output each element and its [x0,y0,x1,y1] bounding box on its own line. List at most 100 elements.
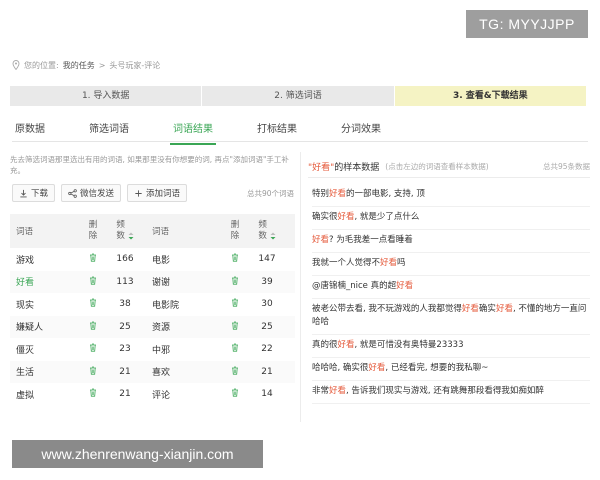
step-import[interactable]: 1. 导入数据 [10,86,201,106]
breadcrumb-current[interactable]: 我的任务 [63,60,95,71]
sample-text: , 告诉我们现实与游戏, 还有跳舞那段看得我如痴如醉 [346,386,544,396]
header-delete-2: 删除 [224,220,246,242]
header-delete-top-2: 删 [230,220,240,230]
sample-text: 我就一个人觉得不 [312,258,381,268]
delete-button[interactable] [82,366,104,378]
sample-text: , 就是可惜没有奥特曼23333 [354,340,464,350]
frequency-cell: 25 [119,321,131,332]
trash-icon [89,253,97,265]
delete-button[interactable] [82,388,104,400]
delete-button[interactable] [224,343,246,355]
header-frequency-bottom-2: 数 [258,231,267,241]
sort-icon[interactable] [270,232,276,240]
trash-icon [231,366,239,378]
word-cell[interactable]: 游戏 [10,253,82,266]
word-cell[interactable]: 生活 [10,365,82,378]
wechat-send-button[interactable]: 微信发送 [61,184,122,202]
delete-button[interactable] [224,298,246,310]
header-delete-top: 删 [88,220,98,230]
frequency-cell: 23 [119,344,131,355]
table-row: 虚拟 21 评论 14 [10,383,295,406]
word-cell[interactable]: 中邪 [152,343,224,356]
tab-word-results[interactable]: 词语结果 [170,122,216,145]
sample-text: 真的很 [312,340,338,350]
tab-tag-results[interactable]: 打标结果 [254,122,300,141]
step-filter[interactable]: 2. 筛选词语 [201,86,393,106]
tab-filter-words[interactable]: 筛选词语 [86,122,132,141]
delete-button[interactable] [224,366,246,378]
word-cell[interactable]: 僵灭 [10,343,82,356]
sample-text: 确实 [478,304,496,314]
location-pin-icon [12,60,20,71]
word-cell[interactable]: 谢谢 [152,275,224,288]
sample-item: 确实很好看, 就是少了点什么 [312,207,590,230]
sample-item: 非常好看, 告诉我们现实与游戏, 还有跳舞那段看得我如痴如醉 [312,381,590,404]
sample-text: 哈哈哈, 确实很 [312,363,369,373]
word-cell[interactable]: 资源 [152,320,224,333]
trash-icon [89,276,97,288]
progress-steps: 1. 导入数据 2. 筛选词语 3. 查看&下载结果 [10,86,586,106]
delete-button[interactable] [82,276,104,288]
trash-icon [231,298,239,310]
sample-text: 的一部电影, 支持, 顶 [346,189,425,199]
header-frequency-bottom: 数 [116,231,125,241]
sample-title: "好看"的样本数据 [308,160,379,173]
sample-text: 吗 [397,258,406,268]
sample-keyword-highlight: 好看 [368,363,386,373]
delete-button[interactable] [82,253,104,265]
table-row: 现实 38 电影院 30 [10,293,295,316]
sample-keyword-highlight: 好看 [495,304,513,314]
sample-note: (点击左边的词语查看样本数据) [385,162,489,171]
step-view-download[interactable]: 3. 查看&下载结果 [393,86,586,106]
sample-text: 非常 [312,386,330,396]
sample-keyword-highlight: 好看 [329,189,347,199]
delete-button[interactable] [82,298,104,310]
delete-button[interactable] [224,276,246,288]
breadcrumb: 您的位置: 我的任务 > 头号玩家-评论 [12,58,160,72]
word-cell[interactable]: 电影 [152,253,224,266]
trash-icon [89,366,97,378]
frequency-cell: 14 [261,389,273,400]
sort-icon[interactable] [128,232,134,240]
download-button[interactable]: 下载 [12,184,56,202]
delete-button[interactable] [82,321,104,333]
table-row: 游戏 166 电影 147 [10,248,295,271]
sample-item: 真的很好看, 就是可惜没有奥特曼23333 [312,335,590,358]
delete-button[interactable] [224,253,246,265]
word-cell[interactable]: 现实 [10,298,82,311]
delete-button[interactable] [82,343,104,355]
word-cell[interactable]: 虚拟 [10,388,82,401]
sample-keyword-highlight: 好看 [461,304,479,314]
trash-icon [231,276,239,288]
add-word-label: 添加词语 [146,189,181,199]
sample-keyword-highlight: 好看 [380,258,398,268]
frequency-cell: 21 [119,366,131,377]
header-delete-bottom: 除 [88,231,98,241]
plus-icon [135,189,142,197]
breadcrumb-prefix: 您的位置: [24,60,59,70]
header-frequency[interactable]: 频数 [104,220,146,242]
word-cell[interactable]: 电影院 [152,298,224,311]
breadcrumb-tail: 头号玩家-评论 [109,60,161,70]
add-word-button[interactable]: 添加词语 [127,184,188,202]
word-cell[interactable]: 喜欢 [152,365,224,378]
header-frequency-2[interactable]: 频数 [246,220,288,242]
tab-segmentation[interactable]: 分词效果 [338,122,384,141]
sample-keyword-highlight: 好看 [337,212,355,222]
header-word: 词语 [16,227,34,237]
header-delete: 删除 [82,220,104,242]
word-cell[interactable]: 评论 [152,388,224,401]
trash-icon [231,388,239,400]
word-cell[interactable]: 好看 [10,275,82,288]
sample-text: 特别 [312,189,330,199]
word-cell[interactable]: 嫌疑人 [10,320,82,333]
sample-item: 好看? 为毛我差一点看睡着 [312,230,590,253]
table-row: 嫌疑人 25 资源 25 [10,315,295,338]
sample-total: 总共95条数据 [542,162,590,171]
delete-button[interactable] [224,321,246,333]
header-frequency-top-2: 频 [258,220,267,230]
frequency-cell: 39 [261,276,273,287]
delete-button[interactable] [224,388,246,400]
tab-raw-data[interactable]: 原数据 [12,122,48,141]
share-icon [68,188,77,198]
